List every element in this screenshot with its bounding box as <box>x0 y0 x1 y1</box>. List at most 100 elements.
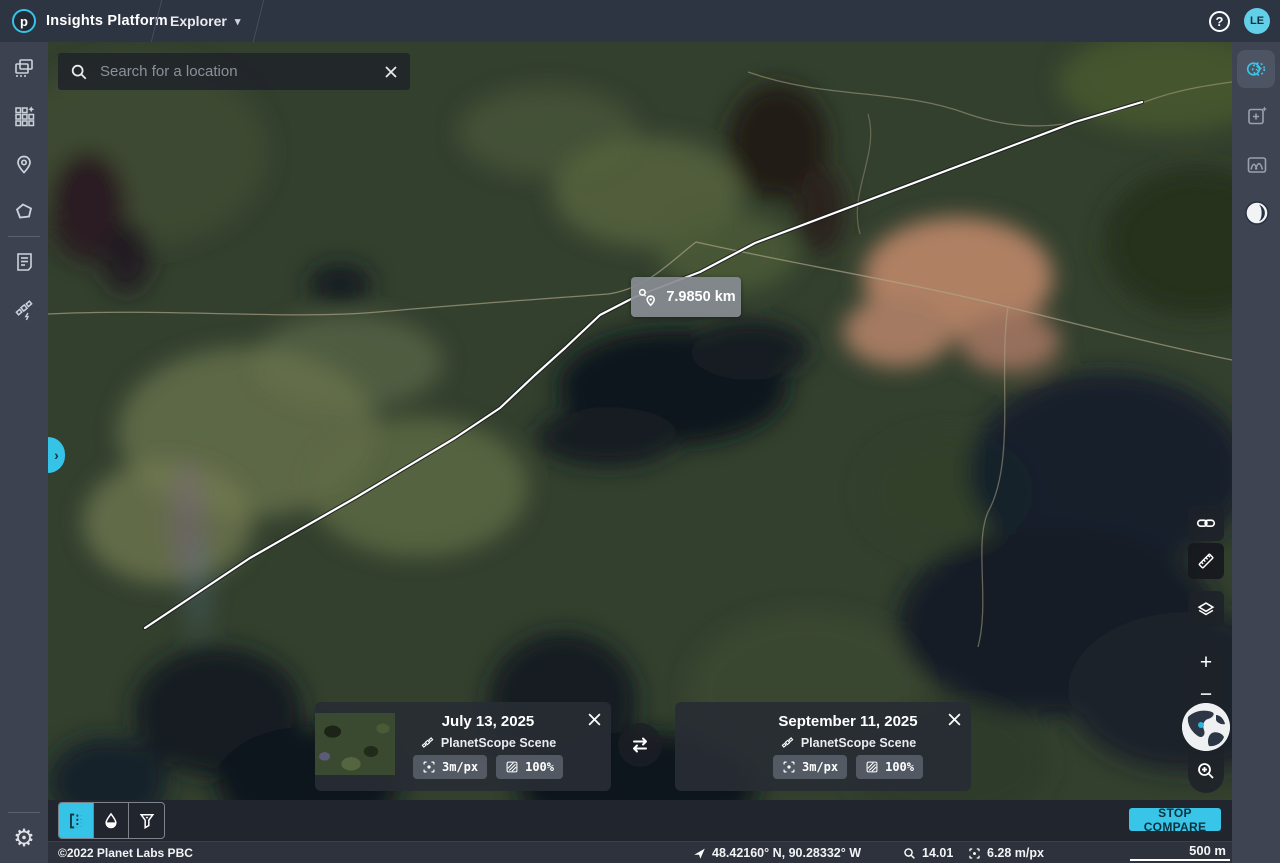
copyright-text: ©2022 Planet Labs PBC <box>58 846 193 860</box>
close-icon <box>587 712 602 727</box>
map-resolution: 6.28 m/px <box>968 842 1044 863</box>
scene-thumbnail[interactable] <box>675 713 755 775</box>
add-scene-button[interactable] <box>1244 103 1270 129</box>
view-toggle-group <box>58 802 165 839</box>
sidebar-item-scenes[interactable] <box>0 46 48 90</box>
close-card-button[interactable] <box>946 711 962 727</box>
coverage-value: 100% <box>885 760 914 774</box>
scale-label: 500 m <box>1189 843 1226 858</box>
search-icon <box>70 63 88 81</box>
scene-thumbnail[interactable] <box>315 713 395 775</box>
satellite-basemap <box>48 42 1232 800</box>
measure-tool-button[interactable] <box>1188 543 1224 579</box>
histogram-button[interactable] <box>1244 152 1270 178</box>
coverage-badge: 100% <box>856 755 923 779</box>
water-drop-icon <box>101 811 121 831</box>
stop-compare-button[interactable]: STOP COMPARE <box>1129 808 1221 831</box>
scene-type-row: PlanetScope Scene <box>395 735 581 750</box>
compare-circles-icon <box>1244 57 1268 81</box>
swap-scenes-button[interactable] <box>618 723 662 767</box>
resolution-value: 6.28 m/px <box>987 846 1044 860</box>
scene-type-label: PlanetScope Scene <box>441 736 556 750</box>
scene-date: September 11, 2025 <box>755 713 941 730</box>
swap-arrows-icon <box>628 733 652 757</box>
resolution-value: 3m/px <box>802 760 838 774</box>
compare-slider-icon <box>65 810 87 832</box>
help-button[interactable]: ? <box>1209 11 1230 32</box>
avatar-initials: LE <box>1250 15 1264 27</box>
scene-copy-icon <box>12 56 36 80</box>
globe-icon <box>1182 703 1230 751</box>
planet-logo-icon[interactable]: p <box>12 9 36 33</box>
scene-badges: 3m/px 100% <box>755 755 941 779</box>
sidebar-item-orders[interactable] <box>0 240 48 284</box>
scene-type-row: PlanetScope Scene <box>755 735 941 750</box>
layers-button[interactable] <box>1188 591 1224 627</box>
sidebar-item-tasking[interactable] <box>0 288 48 332</box>
scene-badges: 3m/px 100% <box>395 755 581 779</box>
explorer-menu[interactable]: Explorer ▾ <box>170 0 240 42</box>
map-viewport[interactable]: 7.9850 km › <box>48 42 1232 800</box>
satellite-icon <box>420 735 435 750</box>
compare-card-left: July 13, 2025 PlanetScope Scene <box>315 702 611 791</box>
contrast-toggle-button[interactable] <box>1244 200 1270 226</box>
copyright: ©2022 Planet Labs PBC <box>58 842 193 863</box>
help-icon: ? <box>1216 14 1224 29</box>
location-search <box>58 53 410 90</box>
compare-slider-toggle[interactable] <box>59 803 94 838</box>
sidebar-divider <box>8 236 40 237</box>
zoom-to-area-button[interactable] <box>1188 755 1224 787</box>
user-avatar[interactable]: LE <box>1244 8 1270 34</box>
explorer-label: Explorer <box>170 13 227 29</box>
insights-platform-app: p Insights Platform Explorer ▾ ? LE <box>0 0 1280 863</box>
compare-mode-button[interactable] <box>1237 50 1275 88</box>
right-sidebar <box>1232 42 1280 863</box>
satellite-tasking-icon <box>12 298 36 322</box>
search-clear-button[interactable] <box>384 65 398 79</box>
bottom-toolbar: STOP COMPARE <box>48 800 1232 841</box>
magnifier-plus-icon <box>1196 761 1216 781</box>
nav-arrow-icon <box>693 847 706 860</box>
left-sidebar: ⚙ <box>0 42 48 863</box>
measurement-tooltip: 7.9850 km <box>631 277 741 317</box>
map-scalebar: 500 m <box>1130 842 1230 863</box>
close-card-button[interactable] <box>586 711 602 727</box>
globe-overview-button[interactable] <box>1182 703 1230 751</box>
settings-button[interactable]: ⚙ <box>0 817 48 861</box>
measure-route-icon <box>636 286 658 308</box>
zoom-level: 14.01 <box>903 842 953 863</box>
opacity-toggle[interactable] <box>94 803 129 838</box>
cursor-coordinates: 48.42160° N, 90.28332° W <box>693 842 861 863</box>
sidebar-item-places[interactable] <box>0 143 48 187</box>
satellite-icon <box>780 735 795 750</box>
resolution-value: 3m/px <box>442 760 478 774</box>
close-icon <box>384 65 398 79</box>
chevron-down-icon: ▾ <box>235 15 241 28</box>
share-link-button[interactable] <box>1188 505 1224 541</box>
search-input[interactable] <box>100 63 372 80</box>
plus-icon: + <box>1200 651 1212 675</box>
zoom-in-button[interactable]: + <box>1188 647 1224 679</box>
layers-icon <box>1195 598 1217 620</box>
location-pin-icon <box>12 153 36 177</box>
resolution-badge: 3m/px <box>413 755 487 779</box>
coverage-badge: 100% <box>496 755 563 779</box>
topbar-right: ? LE <box>1209 0 1270 42</box>
resolution-icon <box>782 760 796 774</box>
gear-icon: ⚙ <box>13 827 35 851</box>
grid-star-icon <box>12 104 36 128</box>
sidebar-item-basemaps[interactable] <box>0 94 48 138</box>
coverage-hatch-icon <box>505 760 519 774</box>
brand: p Insights Platform <box>12 0 168 42</box>
sidebar-item-aoi[interactable] <box>0 190 48 234</box>
measurement-value: 7.9850 km <box>666 289 735 305</box>
compare-card-right: September 11, 2025 PlanetScope Scene <box>675 702 971 791</box>
filter-toggle[interactable] <box>129 803 164 838</box>
curves-chart-icon <box>1245 153 1269 177</box>
topbar-divider <box>253 0 264 42</box>
coverage-value: 100% <box>525 760 554 774</box>
contrast-circle-icon <box>1244 199 1270 227</box>
document-list-icon <box>12 250 36 274</box>
magnifier-icon <box>903 847 916 860</box>
filter-funnel-icon <box>137 811 157 831</box>
